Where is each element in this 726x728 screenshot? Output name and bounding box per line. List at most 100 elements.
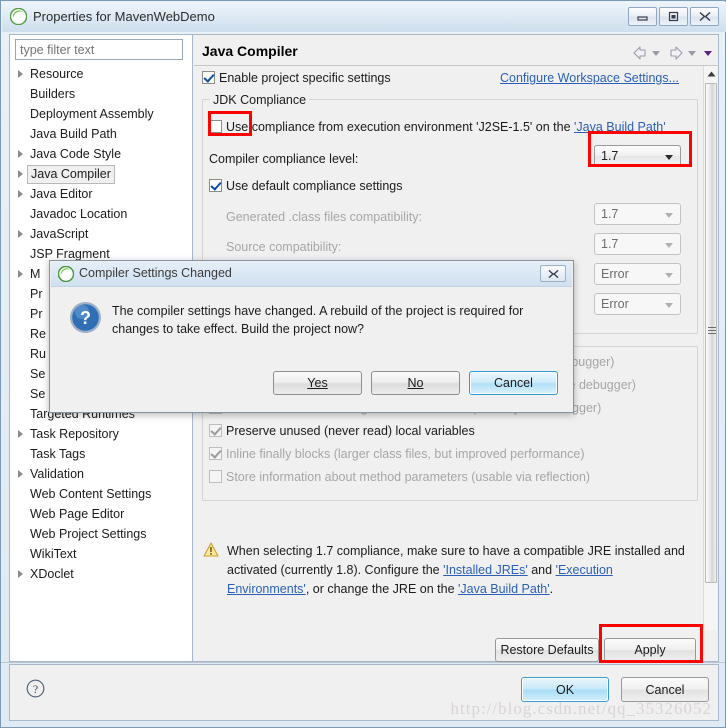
compiler-compliance-level-dropdown[interactable]: 1.7 <box>594 145 681 167</box>
back-history-chevron-down-icon[interactable] <box>652 51 660 56</box>
question-mark-circle-icon[interactable]: ? <box>26 679 45 701</box>
installed-jres-link[interactable]: 'Installed JREs' <box>443 563 528 577</box>
enable-project-specific-settings-checkbox[interactable] <box>202 71 215 84</box>
minimize-button[interactable] <box>628 7 657 26</box>
classfile-row-5[interactable]: Store information about method parameter… <box>209 470 590 484</box>
back-arrow-icon[interactable] <box>631 44 649 65</box>
sidebar-item-java-code-style[interactable]: Java Code Style <box>10 144 191 164</box>
use-default-compliance-row[interactable]: Use default compliance settings <box>209 179 402 193</box>
close-button[interactable] <box>690 7 719 26</box>
dialog-titlebar: Compiler Settings Changed <box>51 262 572 287</box>
svg-text:?: ? <box>80 308 91 328</box>
compiler-settings-changed-dialog: Compiler Settings Changed ? The compiler… <box>49 260 574 413</box>
source-compatibility-dropdown[interactable]: 1.7 <box>594 233 681 255</box>
preserve-unused-locals-checkbox[interactable] <box>209 424 222 437</box>
chevron-down-icon <box>665 273 673 278</box>
sidebar-item-web-content-settings[interactable]: Web Content Settings <box>10 484 191 504</box>
warning-text-3: , or change the JRE on the <box>305 582 458 596</box>
chevron-down-icon <box>665 155 673 160</box>
use-execution-env-row[interactable]: Use compliance from execution environmen… <box>209 120 666 134</box>
java-build-path-link-warning[interactable]: 'Java Build Path' <box>458 582 550 596</box>
dialog-message-line-1: The compiler settings have changed. A re… <box>112 304 524 318</box>
sidebar-item-java-compiler[interactable]: Java Compiler <box>10 164 191 184</box>
classfile-row-3[interactable]: Preserve unused (never read) local varia… <box>209 424 475 438</box>
disallow-enum-identifier-dropdown[interactable]: Error <box>594 293 681 315</box>
store-method-parameters-checkbox[interactable] <box>209 470 222 483</box>
dialog-yes-button[interactable]: Yes <box>273 371 362 395</box>
generated-class-files-compat-dropdown[interactable]: 1.7 <box>594 203 681 225</box>
dialog-title: Compiler Settings Changed <box>79 266 232 280</box>
apply-button[interactable]: Apply <box>604 638 696 662</box>
sidebar-item-task-tags[interactable]: Task Tags <box>10 444 191 464</box>
sidebar-item-web-page-editor[interactable]: Web Page Editor <box>10 504 191 524</box>
use-default-compliance-checkbox[interactable] <box>209 179 222 192</box>
disallow-assert-identifier-dropdown[interactable]: Error <box>594 263 681 285</box>
dialog-footer: ? OK Cancel http://blog.csdn.net/qq_3532… <box>9 664 719 721</box>
watermark-text: http://blog.csdn.net/qq_35326052 <box>450 699 712 718</box>
sidebar-item-resource[interactable]: Resource <box>10 64 191 84</box>
chevron-right-icon[interactable] <box>18 230 23 238</box>
chevron-right-icon[interactable] <box>18 190 23 198</box>
dialog-close-button[interactable] <box>540 265 566 282</box>
properties-window: Properties for MavenWebDemo Resource Bui… <box>0 0 726 728</box>
scroll-up-arrow-icon[interactable] <box>704 66 718 81</box>
generated-class-files-compat-value: 1.7 <box>601 207 619 221</box>
chevron-right-icon[interactable] <box>18 150 23 158</box>
dialog-yes-label: Yes <box>307 376 328 390</box>
window-titlebar: Properties for MavenWebDemo <box>2 2 726 32</box>
window-title: Properties for MavenWebDemo <box>33 9 215 24</box>
forward-history-chevron-down-icon[interactable] <box>688 51 696 56</box>
footer-divider <box>1 662 725 663</box>
dialog-cancel-button[interactable]: Cancel <box>469 371 558 395</box>
chevron-down-icon <box>665 243 673 248</box>
content-vertical-scrollbar[interactable] <box>703 66 717 630</box>
view-menu-chevron-down-icon[interactable] <box>704 51 712 56</box>
chevron-right-icon[interactable] <box>18 270 23 278</box>
dialog-no-button[interactable]: No <box>371 371 460 395</box>
java-build-path-link-top[interactable]: 'Java Build Path' <box>574 120 666 134</box>
sidebar-item-xdoclet[interactable]: XDoclet <box>10 564 191 584</box>
chevron-right-icon[interactable] <box>18 170 23 178</box>
use-execution-env-checkbox[interactable] <box>209 120 222 133</box>
sidebar-item-java-editor[interactable]: Java Editor <box>10 184 191 204</box>
sidebar-item-builders[interactable]: Builders <box>10 84 191 104</box>
compiler-compliance-level-label: Compiler compliance level: <box>209 152 359 166</box>
inline-finally-blocks-checkbox[interactable] <box>209 447 222 460</box>
dialog-no-label: No <box>407 376 424 390</box>
dialog-message-line-2: changes to take effect. Build the projec… <box>112 322 365 336</box>
sidebar-item-web-project-settings[interactable]: Web Project Settings <box>10 524 191 544</box>
inline-finally-blocks-label: Inline finally blocks (larger class file… <box>226 447 585 461</box>
page-title: Java Compiler <box>202 43 298 59</box>
enable-project-specific-settings-row[interactable]: Enable project specific settings <box>202 71 391 85</box>
classfile-row-4[interactable]: Inline finally blocks (larger class file… <box>209 447 584 461</box>
sidebar-item-javascript[interactable]: JavaScript <box>10 224 191 244</box>
sidebar-item-wikitext[interactable]: WikiText <box>10 544 191 564</box>
sidebar-item-java-build-path[interactable]: Java Build Path <box>10 124 191 144</box>
chevron-right-icon[interactable] <box>18 430 23 438</box>
scrollbar-thumb[interactable] <box>705 83 717 583</box>
eclipse-logo-icon <box>9 7 28 26</box>
sidebar-item-deployment-assembly[interactable]: Deployment Assembly <box>10 104 191 124</box>
compiler-compliance-level-value: 1.7 <box>601 149 619 163</box>
scrollbar-grip-icon <box>708 327 716 334</box>
sidebar-item-validation[interactable]: Validation <box>10 464 191 484</box>
sidebar-item-javadoc-location[interactable]: Javadoc Location <box>10 204 191 224</box>
enable-project-specific-settings-label: Enable project specific settings <box>219 71 391 85</box>
sidebar-item-task-repository[interactable]: Task Repository <box>10 424 191 444</box>
disallow-assert-identifier-value: Error <box>601 267 629 281</box>
chevron-right-icon[interactable] <box>18 470 23 478</box>
configure-workspace-settings-link[interactable]: Configure Workspace Settings... <box>500 71 679 85</box>
chevron-right-icon[interactable] <box>18 570 23 578</box>
restore-defaults-button[interactable]: Restore Defaults <box>495 638 599 662</box>
forward-arrow-icon[interactable] <box>667 44 685 65</box>
maximize-button[interactable] <box>659 7 688 26</box>
svg-text:?: ? <box>33 682 38 696</box>
chevron-right-icon[interactable] <box>18 70 23 78</box>
chevron-down-icon <box>665 213 673 218</box>
use-default-compliance-label: Use default compliance settings <box>226 179 403 193</box>
warning-triangle-icon <box>203 542 219 560</box>
filter-text-input[interactable] <box>15 39 183 60</box>
store-method-parameters-label: Store information about method parameter… <box>226 470 591 484</box>
disallow-enum-identifier-value: Error <box>601 297 629 311</box>
chevron-down-icon <box>665 303 673 308</box>
